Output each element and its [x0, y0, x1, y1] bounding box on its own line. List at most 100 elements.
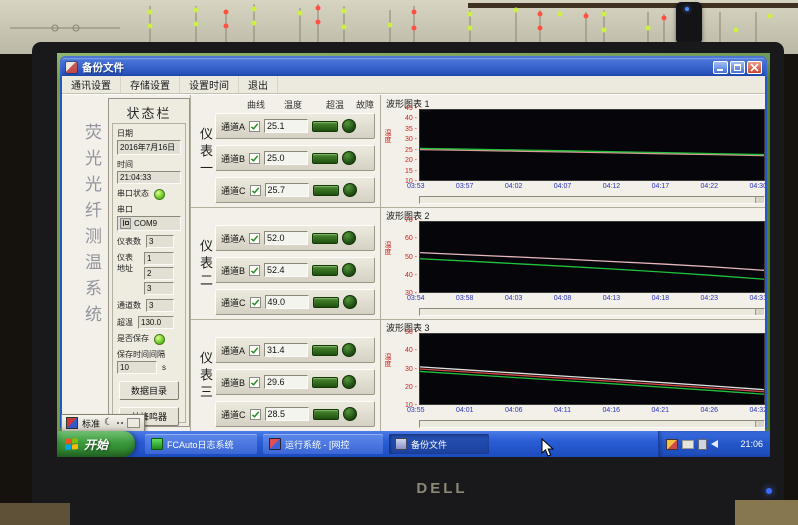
fault-indicator — [342, 263, 356, 277]
ime-toolbar[interactable]: 标准 ☾ — [61, 414, 145, 432]
time-value: 21:04:33 — [117, 171, 181, 184]
save-enabled-led — [154, 334, 165, 345]
close-button[interactable] — [747, 61, 762, 74]
channel-row: 通道C 25.7 — [215, 177, 375, 203]
curve-checkbox[interactable] — [249, 377, 260, 388]
fault-indicator — [342, 343, 356, 357]
start-button[interactable]: 开始 — [57, 431, 135, 457]
curve-checkbox[interactable] — [249, 265, 260, 276]
overtemp-indicator — [312, 121, 338, 132]
backup-file-icon — [395, 438, 407, 450]
check-icon — [250, 234, 259, 243]
chart-plot-area — [419, 221, 765, 293]
tray-clock[interactable]: 21:06 — [740, 439, 763, 449]
check-icon — [251, 186, 260, 195]
taskbar-item-backup-file[interactable]: 备份文件 — [389, 434, 489, 454]
channel-label: 通道A — [221, 120, 245, 133]
channel-temperature-value: 49.0 — [265, 295, 309, 309]
chart-x-ticks: 03:5403:5804:0304:0804:1304:1804:2304:31 — [407, 295, 765, 302]
channel-count-field[interactable]: 3 — [146, 299, 174, 312]
curve-checkbox[interactable] — [250, 409, 261, 420]
channel-row: 通道A 31.4 — [215, 337, 375, 363]
curve-checkbox[interactable] — [249, 121, 260, 132]
maximize-button[interactable] — [730, 61, 745, 74]
table-corner-left — [0, 503, 70, 525]
curve-checkbox[interactable] — [250, 185, 261, 196]
channel-label: 通道B — [221, 152, 245, 165]
instrument-group-3: 仪表三 通道A 31.4 通道B 29.6 — [191, 333, 381, 431]
save-enabled-label: 是否保存 — [117, 333, 149, 344]
channel-label: 通道A — [221, 344, 245, 357]
tray-volume-icon[interactable] — [711, 440, 718, 448]
ime-punctuation-icon[interactable] — [117, 422, 123, 424]
fault-indicator — [342, 119, 356, 133]
data-directory-button[interactable]: 数据目录 — [119, 381, 179, 400]
chart-plot-area — [419, 109, 765, 181]
screen: 备份文件 通讯设置 存储设置 设置时间 退出 — [57, 53, 770, 457]
system-tray: 21:06 — [658, 431, 770, 457]
meter-address-field-2[interactable]: 2 — [144, 267, 174, 280]
tray-keyboard-icon[interactable] — [682, 440, 694, 449]
save-interval-field[interactable]: 10 — [117, 361, 157, 374]
channel-row: 通道C 28.5 — [215, 401, 375, 427]
taskbar: 开始 FCAuto日志系统 运行系统 - [网控 备份文件 21:06 — [57, 431, 770, 457]
chart-scrollbar[interactable] — [419, 420, 765, 428]
channel-temperature-value: 28.5 — [265, 407, 309, 421]
taskbar-item-log-system[interactable]: FCAuto日志系统 — [145, 434, 257, 454]
channel-count-label: 通道数 — [117, 300, 141, 311]
ime-mode-label[interactable]: 标准 — [82, 417, 100, 430]
curve-checkbox[interactable] — [249, 153, 260, 164]
overtemp-threshold-field[interactable]: 130.0 — [138, 316, 174, 329]
wall-camera-device — [676, 2, 702, 44]
menu-item-storage-settings[interactable]: 存储设置 — [121, 76, 180, 93]
curve-checkbox[interactable] — [249, 233, 260, 244]
taskbar-item-label: 备份文件 — [411, 438, 447, 451]
monitor-power-led — [766, 488, 772, 494]
monitor-brand-logo: DELL — [362, 480, 522, 497]
channel-label: 通道B — [221, 376, 245, 389]
close-icon — [750, 63, 759, 72]
menu-item-exit[interactable]: 退出 — [239, 76, 278, 93]
taskbar-item-label: FCAuto日志系统 — [167, 438, 234, 451]
menu-item-set-time[interactable]: 设置时间 — [180, 76, 239, 93]
menu-bar: 通讯设置 存储设置 设置时间 退出 — [62, 76, 765, 94]
curve-checkbox[interactable] — [249, 345, 260, 356]
chart-y-ticks: 45 -40 -35 -30 -25 -20 -15 -10 - — [389, 105, 417, 185]
taskbar-item-run-system[interactable]: 运行系统 - [网控 — [263, 434, 383, 454]
tray-usb-icon[interactable] — [698, 439, 707, 450]
fault-indicator — [342, 151, 356, 165]
meter-address-field-3[interactable]: 3 — [144, 282, 174, 295]
overtemp-indicator — [312, 345, 338, 356]
curve-checkbox[interactable] — [250, 297, 261, 308]
overtemp-indicator — [312, 153, 338, 164]
scrollbar-button[interactable] — [755, 197, 764, 203]
date-label: 日期 — [117, 128, 181, 139]
channel-temperature-value: 25.0 — [264, 151, 308, 165]
chart-scrollbar[interactable] — [419, 196, 765, 204]
overtemp-indicator — [313, 409, 339, 420]
chart-scrollbar[interactable] — [419, 308, 765, 316]
ime-softkeyboard-icon[interactable] — [127, 418, 140, 428]
channel-temperature-value: 52.0 — [264, 231, 308, 245]
meter-address-field-1[interactable]: 1 — [144, 252, 174, 265]
run-system-icon — [269, 438, 281, 450]
charts-column: 波形图表 1 温度 45 -40 -35 -30 -25 -20 -15 -10… — [380, 95, 765, 431]
check-icon — [251, 410, 260, 419]
serial-port-selector[interactable]: COM9 — [117, 216, 181, 231]
scrollbar-button[interactable] — [755, 421, 764, 427]
channel-temperature-value: 25.7 — [265, 183, 309, 197]
serial-status-label: 串口状态 — [117, 188, 149, 199]
minimize-button[interactable] — [713, 61, 728, 74]
ime-fullwidth-moon-icon[interactable]: ☾ — [104, 418, 113, 428]
tray-app-icon[interactable] — [666, 439, 678, 450]
scrollbar-button[interactable] — [755, 309, 764, 315]
ime-language-icon[interactable] — [66, 417, 78, 429]
fault-indicator — [343, 183, 357, 197]
channel-temperature-value: 25.1 — [264, 119, 308, 133]
check-icon — [250, 346, 259, 355]
status-panel-title: 状态栏 — [109, 99, 189, 125]
system-title-vertical: 荧光光纤测温系统 — [68, 123, 104, 423]
meter-count-field[interactable]: 3 — [146, 235, 174, 248]
fault-indicator — [343, 407, 357, 421]
menu-item-comm-settings[interactable]: 通讯设置 — [62, 76, 121, 93]
